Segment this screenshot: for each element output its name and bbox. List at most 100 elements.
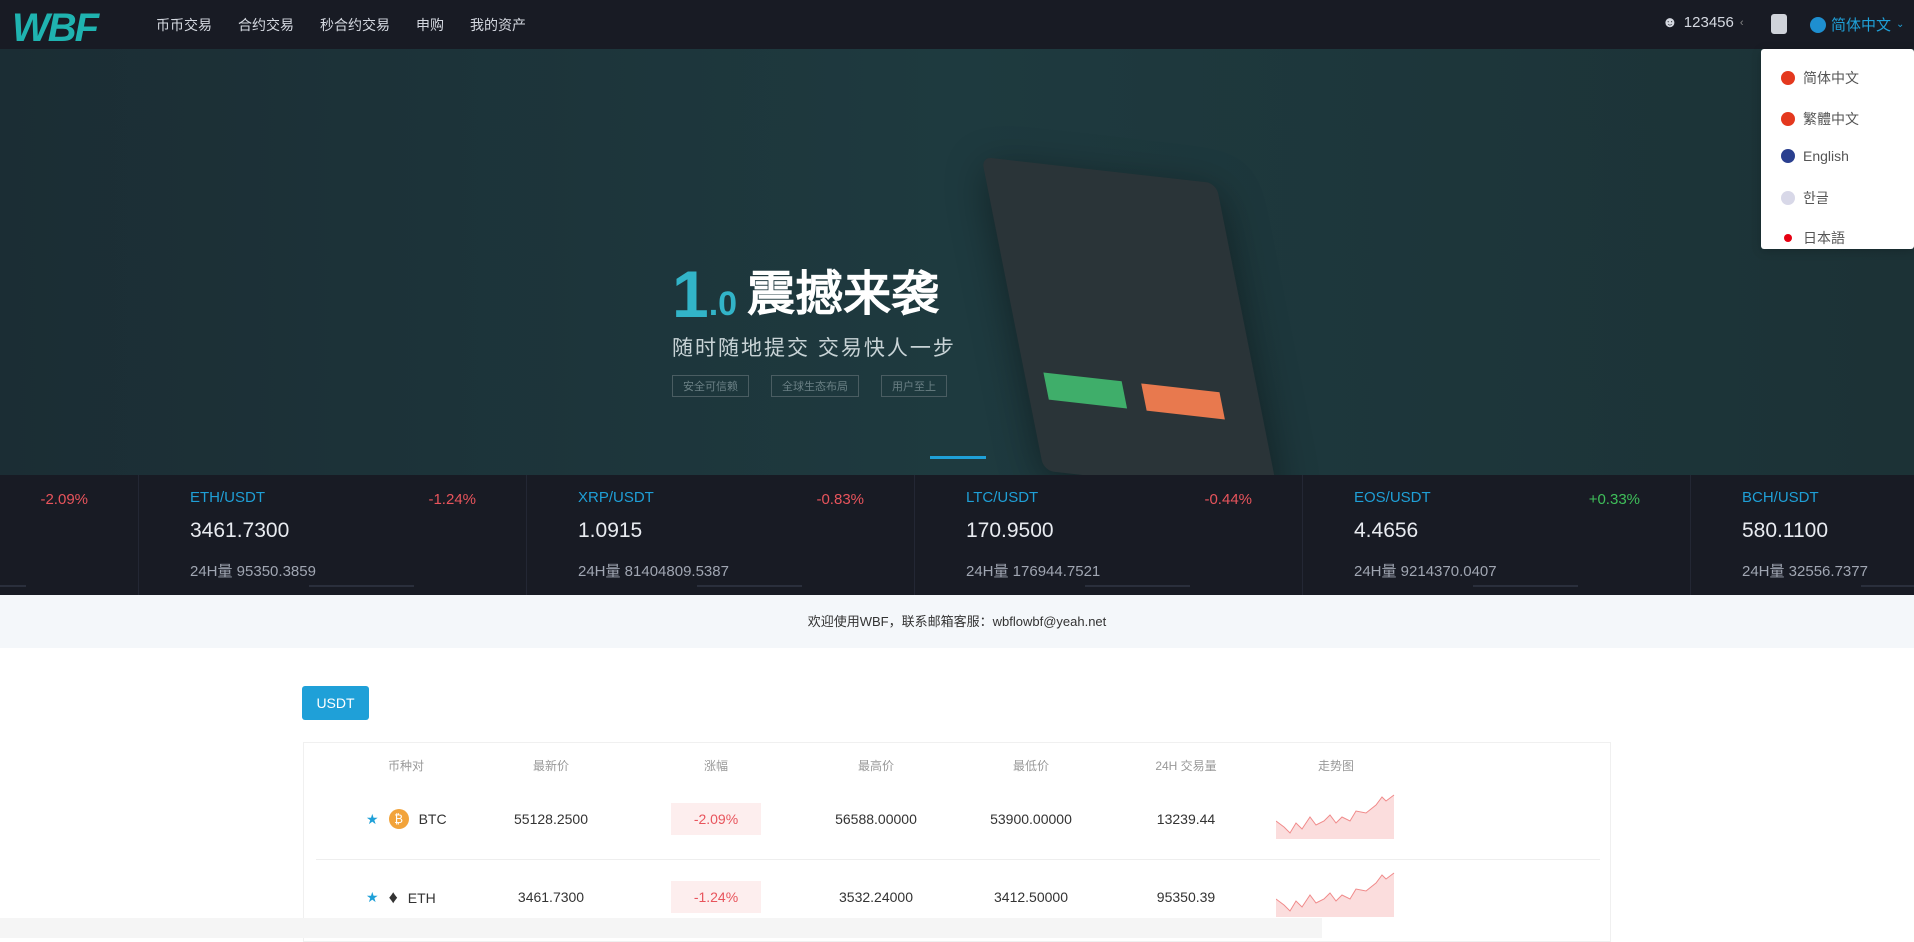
column-header: 币种对 [387,758,424,773]
table-header: 币种对 最新价 涨幅 最高价 最低价 24H 交易量 走势图 [316,755,1600,775]
phone-illustration [981,156,1279,498]
column-header: 最新价 [532,758,569,773]
banner-tag: 全球生态布局 [771,375,859,397]
ticker-volume: 24H量 9214370.0407 [1354,563,1497,580]
ticker-pair: LTC/USDT [966,489,1039,506]
ticker-change: -1.24% [428,491,476,508]
language-label: 繁體中文 [1803,111,1859,127]
main-nav: 币币交易 合约交易 秒合约交易 申购 我的资产 [156,0,526,49]
change-badge: -1.24% [671,881,761,913]
ticker-item[interactable]: XRP/USDT -0.83% 1.0915 24H量 81404809.538… [526,475,914,595]
market-table: 币种对 最新价 涨幅 最高价 最低价 24H 交易量 走势图 ★ ₿ BTC 55128.250… [303,742,1611,942]
flag-icon [1784,234,1792,242]
last-price: 3461.7300 [517,889,585,905]
language-label: 한글 [1803,190,1829,206]
ticker-change: +0.33% [1588,491,1640,508]
ticker-volume: 24H量 95350.3859 [190,563,316,580]
star-icon[interactable]: ★ [366,889,379,906]
app-download-icon[interactable] [1771,14,1787,34]
bottom-bar [0,918,1322,938]
sparkline [1275,869,1396,920]
coin-name: BTC [418,811,447,827]
language-option[interactable]: 繁體中文 [1781,109,1859,129]
language-label: 日本語 [1803,230,1845,246]
carousel-indicator[interactable] [930,456,986,459]
ticker-item[interactable]: BTC/USDT -2.09% [0,475,138,595]
nav-subscribe[interactable]: 申购 [416,15,444,35]
username: 123456 [1683,14,1734,31]
low-price: 3412.50000 [994,889,1068,905]
nav-second-contract[interactable]: 秒合约交易 [320,15,390,35]
table-row[interactable]: ★ ₿ BTC 55128.2500 -2.09% 56588.00000 5390… [316,794,1600,839]
flag-icon [1781,112,1795,126]
logo[interactable]: WBF [12,6,99,51]
column-header: 涨幅 [703,758,728,773]
ticker-bar [1085,585,1190,587]
banner-tag: 用户至上 [881,375,947,397]
globe-icon [1810,16,1826,33]
ticker-bar [0,585,26,587]
column-header: 最低价 [1012,758,1049,773]
chevron-down-icon: ⌄ [1896,19,1905,30]
ticker-volume: 24H量 32556.7377 [1742,563,1868,580]
current-language: 简体中文 [1831,17,1892,34]
flag-icon [1781,149,1795,163]
ticker-change: -0.83% [816,491,864,508]
ticker-item[interactable]: EOS/USDT +0.33% 4.4656 24H量 9214370.0407 [1302,475,1690,595]
high-price: 56588.00000 [835,811,917,827]
ticker-item[interactable]: BCH/USDT 580.1100 24H量 32556.7377 [1690,475,1914,595]
ticker-pair: XRP/USDT [578,489,654,506]
flag-icon [1781,191,1795,205]
banner-tag: 安全可信赖 [672,375,749,397]
language-dropdown: 简体中文繁體中文 English 한글 日本語 [1761,49,1914,249]
ticker-bar [309,585,414,587]
banner-tags: 安全可信赖 全球生态布局 用户至上 [672,375,947,397]
ticker-bar [697,585,802,587]
ticker-bar [1861,585,1914,587]
language-selector[interactable]: 简体中文 ⌄ [1810,14,1904,35]
ticker-pair: ETH/USDT [190,489,265,506]
ticker-item[interactable]: LTC/USDT -0.44% 170.9500 24H量 176944.752… [914,475,1302,595]
last-price: 55128.2500 [514,811,588,827]
language-option[interactable]: 简体中文 [1781,68,1859,88]
language-option[interactable]: English [1781,148,1849,164]
user-icon: ☻ [1662,14,1678,31]
sparkline [1275,791,1396,842]
ticker-volume: 24H量 176944.7521 [966,563,1101,580]
banner-title: 1 .0 震撼来袭 [672,257,940,331]
ticker-price: 4.4656 [1354,519,1419,542]
language-label: English [1803,148,1849,164]
nav-spot[interactable]: 币币交易 [156,15,212,35]
volume: 95350.39 [1156,889,1216,905]
ticker-price: 170.9500 [966,519,1054,542]
ticker-bar [1473,585,1578,587]
nav-assets[interactable]: 我的资产 [470,15,526,35]
ticker-volume: 24H量 81404809.5387 [578,563,729,580]
top-header: WBF 币币交易 合约交易 秒合约交易 申购 我的资产 ☻ 123456 ‹ 简… [0,0,1914,51]
language-option[interactable]: 日本語 [1781,228,1845,248]
star-icon[interactable]: ★ [366,811,379,828]
bitcoin-icon: ₿ [388,809,409,829]
hero-banner[interactable]: 1 .0 震撼来袭 随时随地提交 交易快人一步 安全可信赖 全球生态布局 用户至… [0,49,1914,498]
ticker-pair: BCH/USDT [1742,489,1819,506]
flag-icon [1781,71,1795,85]
ticker-change: -0.44% [1204,491,1252,508]
ticker-change: -2.09% [40,491,88,508]
coin-name: ETH [407,889,436,906]
tab-usdt[interactable]: USDT [302,686,369,720]
table-row[interactable]: ★ ♦ ETH 3461.7300 -1.24% 3532.24000 3412.5… [316,872,1600,917]
language-option[interactable]: 한글 [1781,188,1829,208]
ticker-price: 1.0915 [578,519,643,542]
ticker-price: 3461.7300 [190,519,290,542]
language-label: 简体中文 [1803,70,1859,86]
volume: 13239.44 [1156,811,1216,827]
low-price: 53900.00000 [990,811,1072,827]
column-header: 走势图 [1317,758,1354,773]
ethereum-icon: ♦ [388,887,398,907]
column-header: 24H 交易量 [1155,758,1217,773]
user-menu[interactable]: ☻ 123456 ‹ [1662,14,1744,31]
nav-contract[interactable]: 合约交易 [238,15,294,35]
column-header: 最高价 [857,758,894,773]
ticker-item[interactable]: ETH/USDT -1.24% 3461.7300 24H量 95350.385… [138,475,526,595]
banner-subtitle: 随时随地提交 交易快人一步 [672,337,956,360]
